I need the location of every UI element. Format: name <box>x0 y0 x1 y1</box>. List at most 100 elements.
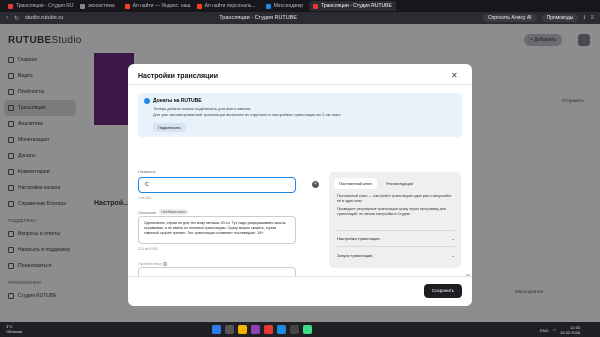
windows-start-icon[interactable] <box>212 325 221 334</box>
reload-icon[interactable]: ↻ <box>14 15 19 22</box>
favicon-icon <box>265 3 271 9</box>
name-counter: 1 из 100 <box>138 196 152 200</box>
name-input[interactable]: С <box>138 177 296 193</box>
telegram-icon[interactable] <box>277 325 286 334</box>
logo-sub: Studio <box>51 35 82 46</box>
avatar[interactable] <box>578 34 590 46</box>
events-label[interactable]: Мероприятия <box>515 289 543 294</box>
stream-setup-row[interactable]: Настройка трансляции ⌄ <box>337 233 455 243</box>
sidebar-item-label: Настройки канала <box>18 185 61 191</box>
banner-text: Теперь донаты можно подключить для всего… <box>153 106 252 111</box>
back-icon[interactable]: ‹ <box>6 15 8 21</box>
favicon-icon <box>124 3 130 9</box>
divider <box>128 84 472 85</box>
tab-permanent-key[interactable]: Постоянный ключ <box>334 178 378 189</box>
browser-tab[interactable]: Ап найти — Яндекс: нашлось <box>121 1 191 11</box>
banner-text-2: Для уже запланированной трансляции включ… <box>153 112 341 117</box>
steam-icon[interactable] <box>290 325 299 334</box>
donations-banner: Донаты на RUTUBE Теперь донаты можно под… <box>138 93 462 137</box>
sidebar-item-label: Пожаловаться <box>18 263 52 269</box>
folder-icon[interactable] <box>238 325 247 334</box>
rutube-studio-logo[interactable]: RUTUBEStudio <box>8 35 82 46</box>
tab-label: Ап найти — Яндекс: нашлось <box>132 3 191 9</box>
welcome-label: Приветствие <box>138 261 167 266</box>
sidebar-item-label: Донаты <box>18 153 36 159</box>
sidebar-item[interactable]: Главная <box>0 52 80 68</box>
nav-icon <box>8 137 14 143</box>
nav-icon <box>8 57 14 63</box>
description-textarea[interactable]: Однозначно, стрим не для тех кому меньше… <box>138 216 296 244</box>
ask-alice-button[interactable]: Спросить Алису AI <box>482 14 537 22</box>
system-tray: ENG ◠ 12:03 15.02.2026 <box>540 325 580 335</box>
sidebar-item[interactable]: Студия RUTUBE <box>0 288 80 304</box>
connect-button[interactable]: Подключить <box>153 123 186 132</box>
taskbar: 3°C Облачно ENG ◠ 12:03 15.02.2026 <box>0 322 600 337</box>
sidebar-item[interactable]: Видео <box>0 68 80 84</box>
download-icon[interactable]: ⭳ <box>583 13 585 23</box>
sidebar-item[interactable]: Комментарии <box>0 164 80 180</box>
banner-title: Донаты на RUTUBE <box>153 98 202 104</box>
nav-icon <box>8 185 14 191</box>
modal-title: Настройки трансляции <box>138 73 219 80</box>
nav-icon <box>8 121 14 127</box>
key-description: Постоянный ключ — настройте трансляцию о… <box>337 194 452 203</box>
menu-icon[interactable]: ≡ <box>590 15 594 21</box>
description-label-row: Описание Необязательно <box>138 209 189 215</box>
app-icon[interactable] <box>303 325 312 334</box>
browser-tab[interactable]: Ап найти персональ... <box>193 1 260 11</box>
nav-icon <box>8 105 14 111</box>
nav-icon <box>8 169 14 175</box>
sidebar-item-label: Плейлисты <box>18 89 45 95</box>
taskbar-apps <box>212 325 312 334</box>
weather-widget[interactable]: 3°C Облачно <box>6 324 22 334</box>
sidebar-item[interactable]: Настройки канала <box>0 180 80 196</box>
sidebar-item[interactable]: Трансляции <box>4 100 76 116</box>
nav-icon <box>8 263 14 269</box>
tab-label: Ап найти персональ... <box>204 3 256 9</box>
clear-icon[interactable]: × <box>312 181 319 188</box>
clock[interactable]: 12:03 15.02.2026 <box>560 325 580 335</box>
tab-recommendations[interactable]: Рекомендации <box>381 178 418 189</box>
sidebar-item[interactable]: Пожаловаться <box>0 258 80 274</box>
help-icon[interactable] <box>162 261 167 266</box>
sidebar-item[interactable]: Плейлисты <box>0 84 80 100</box>
sidebar-item[interactable]: Написать в поддержку <box>0 242 80 258</box>
stream-key-panel: Постоянный ключ Рекомендации Постоянный … <box>329 172 461 268</box>
nav-icon <box>8 73 14 79</box>
search-icon[interactable] <box>225 325 234 334</box>
add-button[interactable]: + Добавить <box>524 34 563 46</box>
sidebar-item[interactable]: Справочник Блогера <box>0 196 80 212</box>
tab-label: экосистема <box>88 3 115 9</box>
url-field[interactable]: studio.rutube.ru <box>25 15 63 21</box>
sidebar-item-label: Видео <box>18 73 33 79</box>
browser-tab[interactable]: Мессенджер <box>262 1 307 11</box>
browser-tab[interactable]: Трансляции - Студия RUTUBE <box>4 1 74 11</box>
language-indicator[interactable]: ENG <box>540 328 549 333</box>
logo-main: RUTUBE <box>8 35 52 46</box>
favicon-icon <box>196 3 202 9</box>
close-icon[interactable]: ✕ <box>451 71 458 80</box>
sidebar: Главная Видео Плейлисты Трансляции Аналитика… <box>0 52 80 304</box>
sidebar-item[interactable]: Вопросы и ответы <box>0 226 80 242</box>
stream-launch-row[interactable]: Запуск трансляции ⌄ <box>337 250 455 260</box>
sidebar-item[interactable]: Монетизация <box>0 132 80 148</box>
key-description-2: Проведите регулярные трансляции сразу че… <box>337 207 446 216</box>
support-section-title: ПОДДЕРЖКА <box>8 218 37 223</box>
browser-icon[interactable] <box>264 325 273 334</box>
browser-tab[interactable]: экосистема <box>76 1 119 11</box>
send-label[interactable]: Отправить <box>562 98 584 103</box>
app-icon[interactable] <box>251 325 260 334</box>
chevron-down-icon: ⌄ <box>451 252 455 258</box>
sidebar-item[interactable]: Донаты <box>0 148 80 164</box>
sidebar-item-label: Студия RUTUBE <box>18 293 57 299</box>
wifi-icon[interactable]: ◠ <box>553 328 557 333</box>
info-icon <box>144 98 150 104</box>
sidebar-item[interactable]: Аналитика <box>0 116 80 132</box>
promo-button[interactable]: Промокоды <box>541 14 579 22</box>
tab-label: Трансляции - Студия RUTUBE <box>321 3 392 9</box>
save-button[interactable]: Сохранить <box>424 284 462 298</box>
nav-icon <box>8 293 14 299</box>
favicon-icon <box>8 3 13 9</box>
browser-tab[interactable]: Трансляции - Студия RUTUBE <box>309 1 396 11</box>
key-tabs: Постоянный ключ Рекомендации <box>334 178 418 189</box>
